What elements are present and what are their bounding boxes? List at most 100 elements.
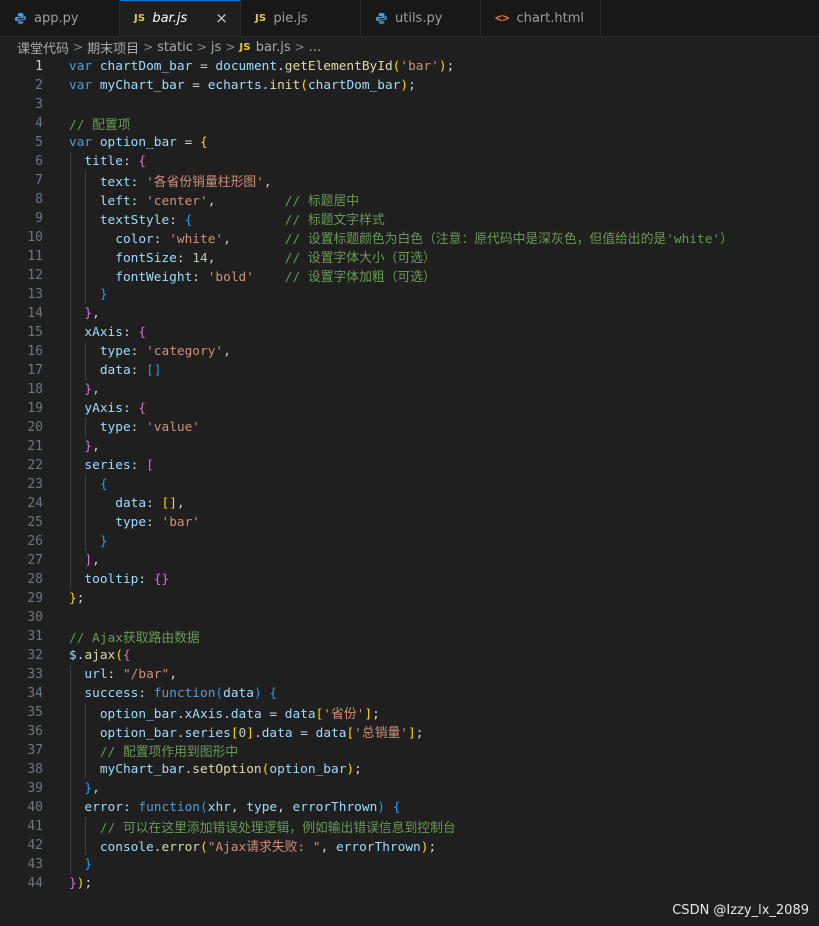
code-line[interactable]: 13 } xyxy=(0,285,819,304)
code-text: } xyxy=(99,534,108,549)
code-line[interactable]: 34 success: function(data) { xyxy=(0,684,819,703)
code-text: tooltip: {} xyxy=(84,572,170,587)
code-line[interactable]: 43 } xyxy=(0,855,819,874)
tab-label: utils.py xyxy=(395,10,443,26)
line-number: 17 xyxy=(27,363,43,378)
code-line[interactable]: 29}; xyxy=(0,589,819,608)
tab-pie-js[interactable]: JS pie.js xyxy=(241,0,361,36)
line-number: 31 xyxy=(27,629,43,644)
code-line[interactable]: 37 // 配置项作用到图形中 xyxy=(0,741,819,760)
code-line[interactable]: 28 tooltip: {} xyxy=(0,570,819,589)
code-editor[interactable]: 1 var chartDom_bar = document.getElementB… xyxy=(0,57,819,926)
code-text: fontWeight: 'bold' // 设置字体加粗（可选） xyxy=(115,270,436,285)
code-line[interactable]: 30 xyxy=(0,608,819,627)
code-text: ], xyxy=(84,553,100,568)
code-line[interactable]: 10 color: 'white', // 设置标题颜色为白色（注意：原代码中是… xyxy=(0,228,819,247)
tab-utils-py[interactable]: utils.py xyxy=(361,0,481,36)
line-number: 18 xyxy=(27,382,43,397)
code-line[interactable]: 18 }, xyxy=(0,380,819,399)
code-text: // 配置项作用到图形中 xyxy=(99,745,239,760)
code-text: }, xyxy=(84,439,100,454)
code-line[interactable]: 22 series: [ xyxy=(0,456,819,475)
line-number: 1 xyxy=(35,59,43,74)
code-text: type: 'value' xyxy=(99,420,201,435)
tab-label: chart.html xyxy=(516,10,584,26)
code-line[interactable]: 42 console.error("Ajax请求失败: ", errorThro… xyxy=(0,836,819,855)
line-number: 15 xyxy=(27,325,43,340)
code-line[interactable]: 7 text: '各省份销量柱形图', xyxy=(0,171,819,190)
code-text: option_bar.xAxis.data = data['省份']; xyxy=(99,707,380,722)
breadcrumb-item[interactable]: static xyxy=(157,40,193,55)
code-line[interactable]: 2 var myChart_bar = echarts.init(chartDom… xyxy=(0,76,819,95)
tab-label: bar.js xyxy=(152,11,188,26)
code-line[interactable]: 33 url: "/bar", xyxy=(0,665,819,684)
line-number: 6 xyxy=(35,154,43,169)
line-number: 26 xyxy=(27,534,43,549)
code-line[interactable]: 23 { xyxy=(0,475,819,494)
code-text: text: '各省份销量柱形图', xyxy=(99,175,272,190)
code-line[interactable]: 20 type: 'value' xyxy=(0,418,819,437)
line-number: 9 xyxy=(35,211,43,226)
breadcrumb-item[interactable]: ... xyxy=(309,40,321,55)
breadcrumb-item[interactable]: bar.js xyxy=(256,40,291,55)
code-line[interactable]: 35 option_bar.xAxis.data = data['省份']; xyxy=(0,703,819,722)
code-text: data: [] xyxy=(99,363,162,378)
code-text: data: [], xyxy=(115,496,185,511)
line-number: 27 xyxy=(27,553,43,568)
breadcrumb-item[interactable]: js xyxy=(211,40,221,55)
code-line[interactable]: 40 error: function(xhr, type, errorThrow… xyxy=(0,798,819,817)
code-line[interactable]: 1 var chartDom_bar = document.getElementB… xyxy=(0,57,819,76)
code-text: url: "/bar", xyxy=(84,667,177,682)
code-line[interactable]: 21 }, xyxy=(0,437,819,456)
code-line[interactable]: 36 option_bar.series[0].data = data['总销量… xyxy=(0,722,819,741)
code-line[interactable]: 6 title: { xyxy=(0,152,819,171)
line-number: 11 xyxy=(27,249,43,264)
code-line[interactable]: 12 fontWeight: 'bold' // 设置字体加粗（可选） xyxy=(0,266,819,285)
code-line[interactable]: 9 textStyle: { // 标题文字样式 xyxy=(0,209,819,228)
tab-bar-js[interactable]: JS bar.js × xyxy=(120,0,241,36)
tab-chart-html[interactable]: <> chart.html xyxy=(481,0,601,36)
code-line[interactable]: 8 left: 'center', // 标题居中 xyxy=(0,190,819,209)
code-line[interactable]: 11 fontSize: 14, // 设置字体大小（可选） xyxy=(0,247,819,266)
javascript-icon: JS xyxy=(239,41,251,53)
javascript-icon: JS xyxy=(134,13,146,24)
tab-app-py[interactable]: app.py xyxy=(0,0,120,36)
code-text: console.error("Ajax请求失败: ", errorThrown)… xyxy=(99,840,437,855)
breadcrumb-item[interactable]: 课堂代码 xyxy=(17,38,69,57)
code-line[interactable]: 3 xyxy=(0,95,819,114)
code-line[interactable]: 16 type: 'category', xyxy=(0,342,819,361)
code-text: } xyxy=(99,287,108,302)
chevron-right-icon: > xyxy=(73,40,84,54)
code-line[interactable]: 17 data: [] xyxy=(0,361,819,380)
code-line[interactable]: 26 } xyxy=(0,532,819,551)
code-line[interactable]: 32 $.ajax({ xyxy=(0,646,819,665)
code-text: // Ajax获取路由数据 xyxy=(69,631,200,646)
code-line[interactable]: 41 // 可以在这里添加错误处理逻辑，例如输出错误信息到控制台 xyxy=(0,817,819,836)
code-line[interactable]: 4 // 配置项 xyxy=(0,114,819,133)
line-number: 37 xyxy=(27,743,43,758)
breadcrumb-item[interactable]: 期末项目 xyxy=(87,38,139,57)
close-icon[interactable]: × xyxy=(215,11,228,26)
code-line[interactable]: 31 // Ajax获取路由数据 xyxy=(0,627,819,646)
breadcrumb: 课堂代码 > 期末项目 > static > js > JS bar.js > … xyxy=(0,37,819,57)
line-number: 22 xyxy=(27,458,43,473)
line-number: 30 xyxy=(27,610,43,625)
code-line[interactable]: 27 ], xyxy=(0,551,819,570)
code-line[interactable]: 14 }, xyxy=(0,304,819,323)
code-line[interactable]: 15 xAxis: { xyxy=(0,323,819,342)
line-number: 24 xyxy=(27,496,43,511)
line-number: 38 xyxy=(27,762,43,777)
code-line[interactable]: 24 data: [], xyxy=(0,494,819,513)
code-line[interactable]: 38 myChart_bar.setOption(option_bar); xyxy=(0,760,819,779)
code-text: }; xyxy=(69,591,85,606)
chevron-right-icon: > xyxy=(294,40,305,54)
code-line[interactable]: 5 var option_bar = { xyxy=(0,133,819,152)
code-line[interactable]: 39 }, xyxy=(0,779,819,798)
python-icon xyxy=(14,12,27,25)
code-line[interactable]: 19 yAxis: { xyxy=(0,399,819,418)
code-text: option_bar.series[0].data = data['总销量']; xyxy=(99,726,424,741)
code-line[interactable]: 44}); xyxy=(0,874,819,893)
code-line[interactable]: 25 type: 'bar' xyxy=(0,513,819,532)
line-number: 16 xyxy=(27,344,43,359)
code-text: } xyxy=(84,857,93,872)
